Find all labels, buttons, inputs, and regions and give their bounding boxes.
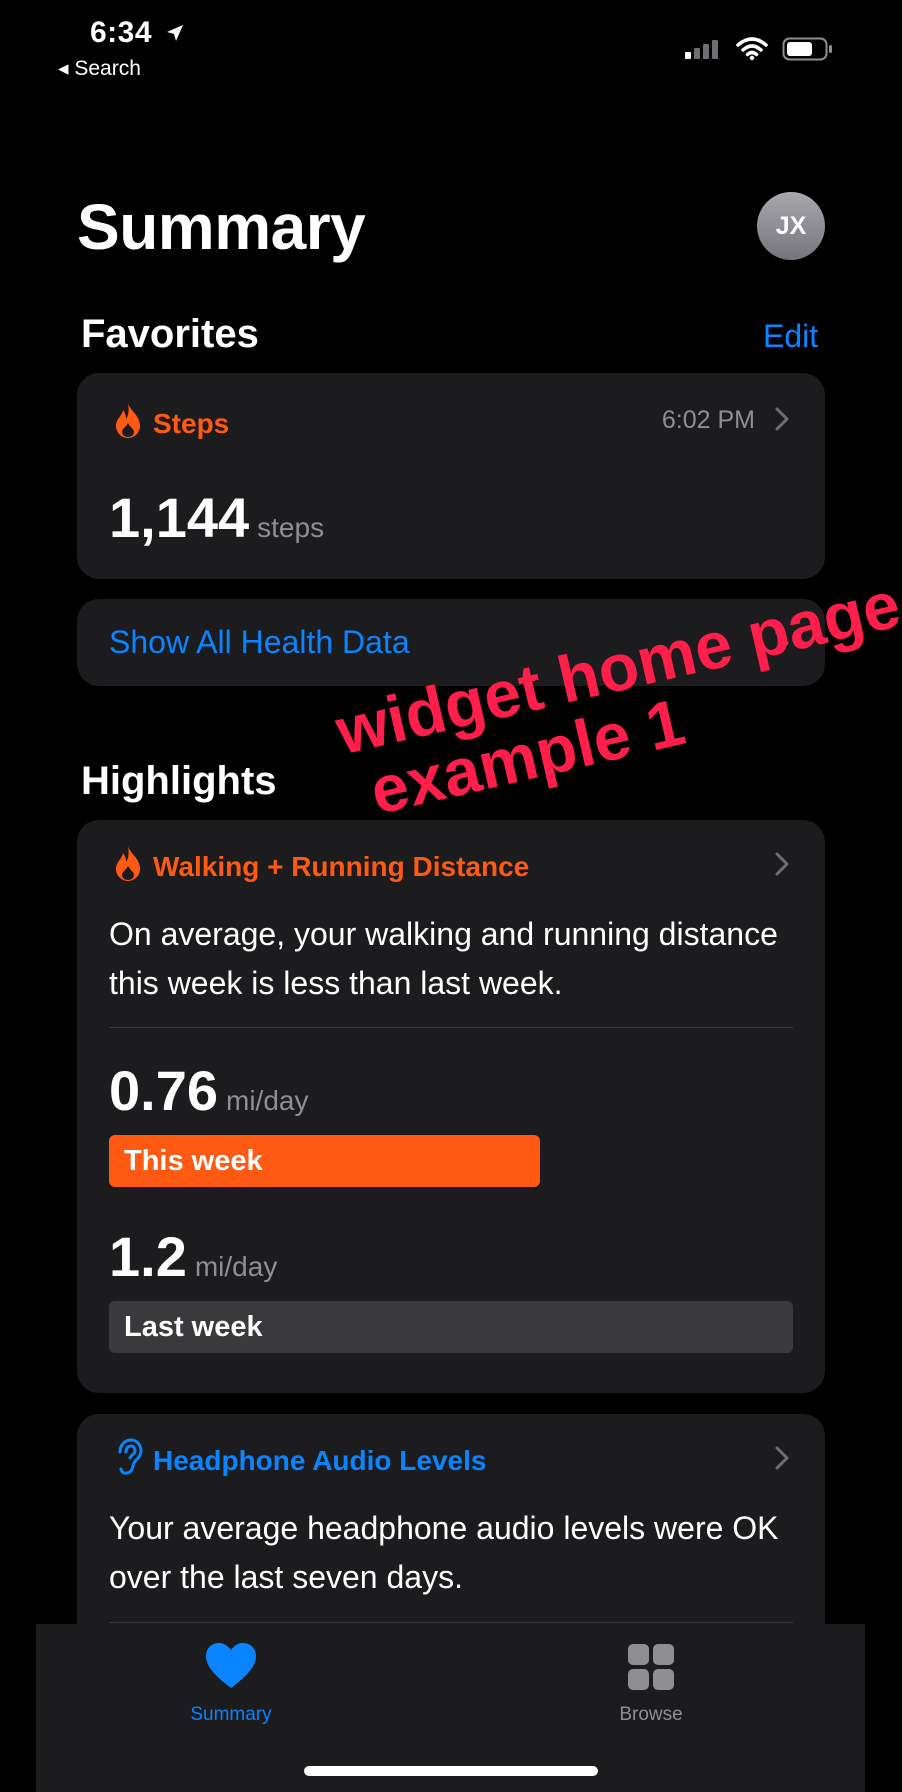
chevron-right-icon: [775, 631, 789, 660]
ear-icon: [113, 1438, 143, 1483]
this-week-number: 0.76: [109, 1059, 218, 1122]
tab-summary-label: Summary: [190, 1704, 272, 1725]
this-week-value: 0.76 mi/day: [109, 1058, 308, 1123]
edit-favorites-button[interactable]: Edit: [763, 318, 818, 355]
tab-browse[interactable]: Browse: [596, 1642, 706, 1726]
page-title: Summary: [77, 191, 366, 263]
show-all-label: Show All Health Data: [109, 624, 410, 660]
steps-label: Steps: [153, 407, 230, 439]
steps-card[interactable]: Steps 6:02 PM 1,144 steps: [77, 373, 825, 579]
back-to-search-link[interactable]: ◂ Search: [58, 56, 141, 81]
headphone-audio-description: Your average headphone audio levels were…: [109, 1510, 779, 1595]
wifi-icon: [736, 37, 768, 66]
this-week-bar-label: This week: [124, 1144, 263, 1177]
battery-icon: [782, 36, 834, 67]
steps-unit: steps: [257, 512, 325, 543]
last-week-bar: Last week: [109, 1301, 793, 1353]
flame-icon: [113, 844, 143, 889]
steps-timestamp: 6:02 PM: [661, 406, 755, 434]
flame-icon: [113, 401, 143, 446]
this-week-unit: mi/day: [226, 1085, 309, 1116]
show-all-health-data-row[interactable]: Show All Health Data: [77, 599, 825, 686]
last-week-bar-label: Last week: [124, 1310, 263, 1343]
last-week-number: 1.2: [109, 1225, 187, 1288]
tab-browse-label: Browse: [619, 1704, 683, 1725]
location-arrow-icon: [165, 17, 185, 51]
favorites-heading: Favorites: [81, 312, 259, 356]
chevron-right-icon: [775, 852, 789, 881]
tab-summary[interactable]: Summary: [176, 1642, 286, 1726]
status-time: 6:34: [90, 16, 185, 51]
walking-running-description: On average, your walking and running dis…: [109, 916, 778, 1001]
walking-running-card[interactable]: Walking + Running Distance On average, y…: [77, 820, 825, 1393]
chevron-right-icon: [775, 407, 789, 436]
profile-avatar[interactable]: JX: [757, 192, 825, 260]
card-divider: [109, 1027, 793, 1028]
steps-value: 1,144 steps: [109, 485, 324, 550]
cellular-signal-icon: [684, 38, 722, 65]
home-indicator: [304, 1766, 598, 1776]
last-week-value: 1.2 mi/day: [109, 1224, 277, 1289]
walking-running-label: Walking + Running Distance: [153, 850, 530, 882]
chevron-right-icon: [775, 1446, 789, 1475]
avatar-initials: JX: [775, 211, 807, 240]
steps-count: 1,144: [109, 486, 250, 549]
status-icons: [684, 36, 834, 67]
card-divider: [109, 1622, 793, 1623]
last-week-unit: mi/day: [194, 1251, 278, 1282]
grid-icon: [596, 1642, 706, 1698]
highlights-heading: Highlights: [81, 759, 277, 803]
headphone-audio-label: Headphone Audio Levels: [153, 1444, 487, 1476]
heart-icon: [176, 1642, 286, 1696]
this-week-bar: This week: [109, 1135, 540, 1187]
